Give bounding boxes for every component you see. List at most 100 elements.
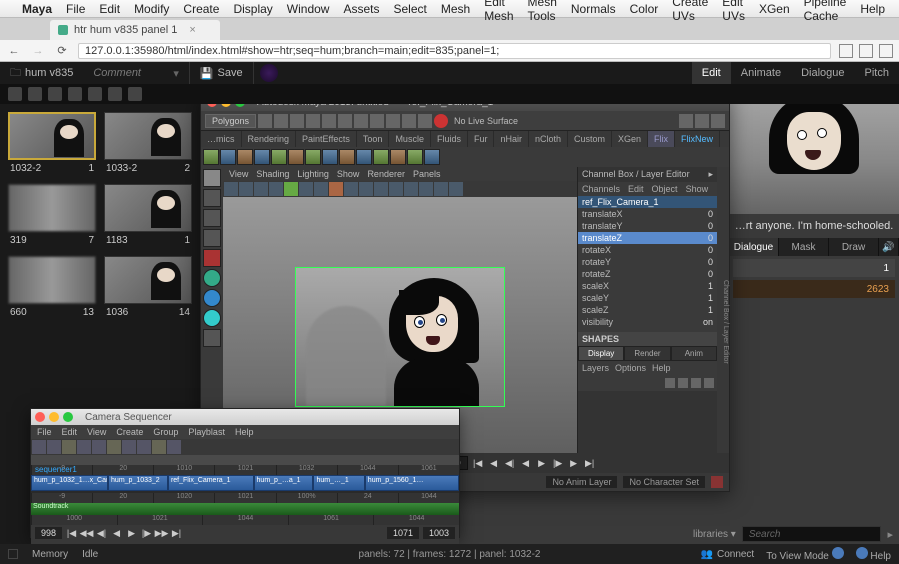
- ext-icon-1[interactable]: [839, 44, 853, 58]
- prev-value-1[interactable]: 1: [733, 259, 895, 277]
- prev-value-2[interactable]: 2623: [733, 280, 895, 298]
- menu-normals[interactable]: Normals: [571, 2, 616, 16]
- menu-file[interactable]: File: [66, 2, 85, 16]
- stab-1[interactable]: Rendering: [242, 131, 297, 147]
- tool-delete-icon[interactable]: [68, 87, 82, 101]
- forward-button[interactable]: →: [30, 43, 46, 59]
- tool-lasso-icon[interactable]: [203, 189, 221, 207]
- vp-panels[interactable]: Panels: [413, 169, 441, 179]
- tool-cut-icon[interactable]: [8, 87, 22, 101]
- shelf-ico-6[interactable]: [338, 114, 352, 128]
- layer-ico-1[interactable]: [665, 378, 675, 388]
- seq-frame-a[interactable]: 998: [35, 527, 62, 539]
- seq-file[interactable]: File: [37, 427, 52, 437]
- seq-group[interactable]: Group: [153, 427, 178, 437]
- vpi-4[interactable]: [269, 182, 283, 196]
- shelf-ico-3[interactable]: [290, 114, 304, 128]
- maya-right-tabs[interactable]: Channel Box / Layer Editor: [717, 167, 729, 477]
- vpi-1[interactable]: [224, 182, 238, 196]
- attr-sx[interactable]: scaleX1: [578, 280, 717, 292]
- prev-tab-draw[interactable]: Draw: [829, 238, 879, 256]
- vpi-16[interactable]: [449, 182, 463, 196]
- shelf-r-3[interactable]: [711, 114, 725, 128]
- vp-shading[interactable]: Shading: [256, 169, 289, 179]
- vpi-8[interactable]: [329, 182, 343, 196]
- seq-create[interactable]: Create: [116, 427, 143, 437]
- seq-end-icon[interactable]: ▶|: [171, 528, 182, 539]
- tab-close-icon[interactable]: ×: [189, 24, 195, 36]
- end-icon[interactable]: ▶|: [584, 457, 596, 469]
- seq-stepb-icon[interactable]: ◀|: [96, 528, 107, 539]
- shelf-ico-10[interactable]: [402, 114, 416, 128]
- vp-lighting[interactable]: Lighting: [297, 169, 329, 179]
- seq-edit[interactable]: Edit: [62, 427, 78, 437]
- vp-view[interactable]: View: [229, 169, 248, 179]
- shelf-ico-5[interactable]: [322, 114, 336, 128]
- sb-14[interactable]: [424, 149, 440, 165]
- clip-3[interactable]: hum_p_…a_1: [254, 475, 314, 491]
- sb-13[interactable]: [407, 149, 423, 165]
- menu-createuvs[interactable]: Create UVs: [672, 0, 708, 23]
- stab-new[interactable]: FlixNew: [675, 131, 720, 147]
- view-mode-button[interactable]: To View Mode: [766, 547, 843, 562]
- seq-titlebar[interactable]: Camera Sequencer: [31, 409, 459, 425]
- shelf-r-2[interactable]: [695, 114, 709, 128]
- sqt-1[interactable]: [32, 440, 46, 454]
- sb-12[interactable]: [390, 149, 406, 165]
- play-fwd-icon[interactable]: ▶: [536, 457, 548, 469]
- vpi-9[interactable]: [344, 182, 358, 196]
- reload-button[interactable]: ⟳: [54, 43, 70, 59]
- sb-6[interactable]: [288, 149, 304, 165]
- tool-manip-1-icon[interactable]: [203, 269, 221, 287]
- vpi-15[interactable]: [434, 182, 448, 196]
- menu-window[interactable]: Window: [287, 2, 330, 16]
- next-key-icon[interactable]: |▶: [552, 457, 564, 469]
- sqt-5[interactable]: [92, 440, 106, 454]
- vpi-13[interactable]: [404, 182, 418, 196]
- stab-6[interactable]: Fur: [468, 131, 495, 147]
- stab-4[interactable]: Muscle: [389, 131, 431, 147]
- sqt-7[interactable]: [122, 440, 136, 454]
- layer-ico-4[interactable]: [704, 378, 714, 388]
- sqt-6[interactable]: [107, 440, 121, 454]
- layer-ico-2[interactable]: [678, 378, 688, 388]
- clip-1[interactable]: hum_p_1033_2: [108, 475, 168, 491]
- menu-modify[interactable]: Modify: [134, 2, 169, 16]
- stab-0[interactable]: …mics: [201, 131, 242, 147]
- cb-edit[interactable]: Edit: [628, 184, 644, 194]
- menu-mesh[interactable]: Mesh: [441, 2, 470, 16]
- seq-tracks[interactable]: sequencer1 -92010101021103210441061 hum_…: [31, 465, 459, 521]
- sb-4[interactable]: [254, 149, 270, 165]
- cb-show[interactable]: Show: [686, 184, 709, 194]
- vpi-12[interactable]: [389, 182, 403, 196]
- layers-options[interactable]: Options: [615, 363, 646, 373]
- attr-sz[interactable]: scaleZ1: [578, 304, 717, 316]
- sequence-name[interactable]: hum v835: [25, 67, 73, 79]
- tool-rotate-icon[interactable]: [203, 229, 221, 247]
- tool-5-icon[interactable]: [88, 87, 102, 101]
- search-go-icon[interactable]: ▸: [887, 528, 893, 541]
- layer-tab-anim[interactable]: Anim: [671, 346, 717, 361]
- sb-10[interactable]: [356, 149, 372, 165]
- menu-color[interactable]: Color: [630, 2, 659, 16]
- stab-10[interactable]: XGen: [612, 131, 648, 147]
- cb-channels[interactable]: Channels: [582, 184, 620, 194]
- sb-9[interactable]: [339, 149, 355, 165]
- sb-11[interactable]: [373, 149, 389, 165]
- sqt-4[interactable]: [77, 440, 91, 454]
- seq-frame-b[interactable]: 1071: [387, 527, 419, 539]
- attr-vis[interactable]: visibilityon: [578, 316, 717, 328]
- attr-ty[interactable]: translateY0: [578, 220, 717, 232]
- clip-5[interactable]: hum_p_1560_1…: [365, 475, 459, 491]
- stab-2[interactable]: PaintEffects: [296, 131, 357, 147]
- prev-key-icon[interactable]: ◀|: [504, 457, 516, 469]
- sb-7[interactable]: [305, 149, 321, 165]
- menu-xgen[interactable]: XGen: [759, 2, 790, 16]
- menu-display[interactable]: Display: [233, 2, 272, 16]
- prev-sound-icon[interactable]: 🔊: [879, 238, 899, 256]
- menu-assets[interactable]: Assets: [343, 2, 379, 16]
- sound-track[interactable]: Soundtrack: [31, 503, 459, 515]
- seq-help[interactable]: Help: [235, 427, 254, 437]
- layer-tab-display[interactable]: Display: [578, 346, 624, 361]
- layers-menu[interactable]: Layers: [582, 363, 609, 373]
